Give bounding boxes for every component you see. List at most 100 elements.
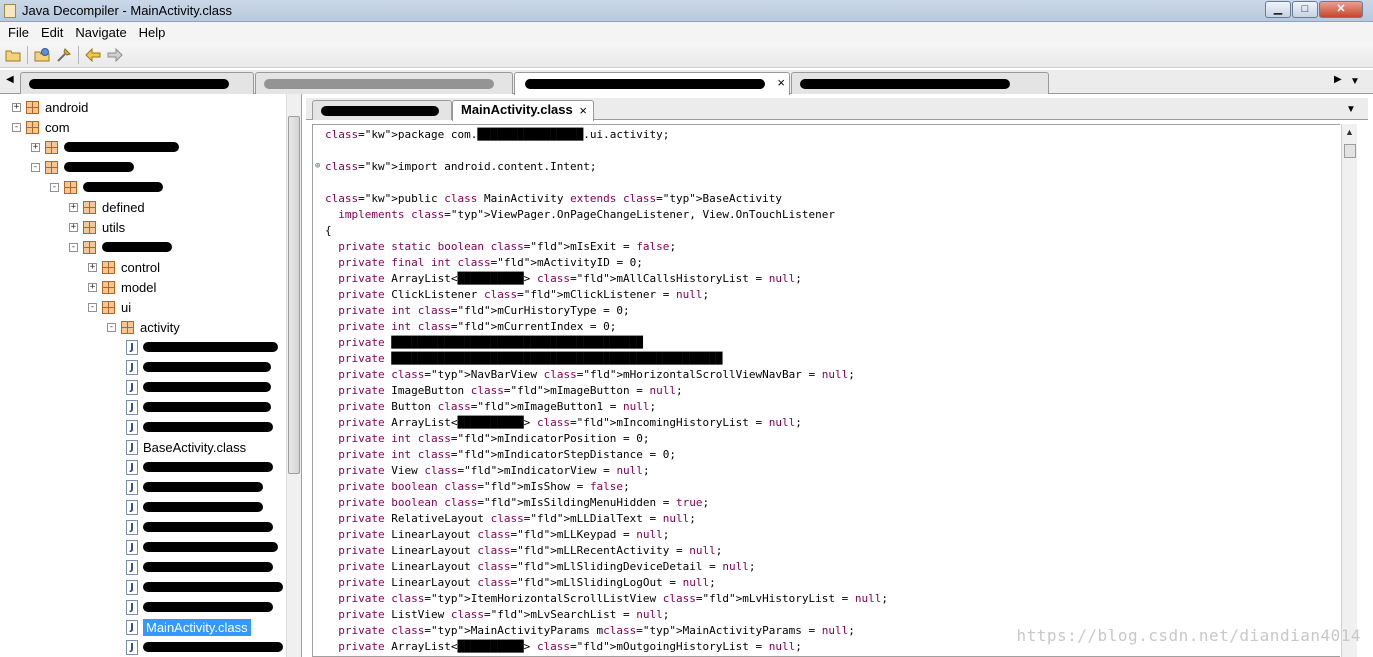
class-file-icon: J <box>126 459 138 475</box>
code-line: private ListView class="fld">mLvSearchLi… <box>338 608 670 621</box>
tree-class-item[interactable]: J <box>126 377 271 397</box>
tree-scrollbar-thumb[interactable] <box>288 116 300 474</box>
tree-package-item[interactable]: + control <box>88 257 160 277</box>
editor-tab[interactable] <box>312 100 452 120</box>
tree-class-item[interactable]: J BaseActivity.class <box>126 437 246 457</box>
collapse-icon[interactable]: - <box>107 322 116 332</box>
class-file-icon: J <box>126 519 138 535</box>
menu-navigate[interactable]: Navigate <box>69 25 132 40</box>
code-line: class="kw">package com.████████████████.… <box>325 128 670 141</box>
redacted-text <box>143 602 273 612</box>
code-line: private ████████████████████████████████… <box>338 352 723 365</box>
class-file-icon: J <box>126 479 138 495</box>
tree-package-item[interactable]: - <box>31 157 134 177</box>
redacted-text <box>800 79 1010 89</box>
file-tab-active[interactable]: × <box>514 72 790 95</box>
redacted-text <box>143 462 273 472</box>
tab-list-menu-icon[interactable]: ▼ <box>1350 76 1360 87</box>
tree-class-item[interactable]: J MainActivity.class <box>126 617 251 637</box>
tree-package-item[interactable]: - ui <box>88 297 131 317</box>
tree-class-item[interactable]: J <box>126 557 273 577</box>
tree-class-item[interactable]: J <box>126 597 273 617</box>
tree-class-item[interactable]: J <box>126 397 271 417</box>
tab-scroll-left-icon[interactable]: ◀ <box>6 74 14 85</box>
collapse-icon[interactable]: - <box>69 242 78 252</box>
tree-package-item[interactable]: - <box>69 237 172 257</box>
tree-class-item[interactable]: J <box>126 357 271 377</box>
code-line: private boolean class="fld">mIsShow = fa… <box>338 480 630 493</box>
tree-class-item[interactable]: J <box>126 497 263 517</box>
expand-icon[interactable]: + <box>88 282 97 292</box>
tree-class-item[interactable]: J <box>126 457 273 477</box>
editor-tab-active[interactable]: MainActivity.class × <box>452 100 594 121</box>
tree-package-item[interactable]: + defined <box>69 197 145 217</box>
tree-package-item[interactable]: + android <box>12 97 88 117</box>
menu-file[interactable]: File <box>2 25 35 40</box>
redacted-text <box>143 422 273 432</box>
redacted-text <box>143 362 271 372</box>
expand-icon[interactable]: + <box>31 142 40 152</box>
close-tab-icon[interactable]: × <box>579 102 587 120</box>
open-folder-icon[interactable] <box>2 45 24 65</box>
tree-item-label: BaseActivity.class <box>143 439 247 455</box>
tree-package-item[interactable]: + model <box>88 277 156 297</box>
code-scrollbar-thumb[interactable] <box>1344 144 1356 158</box>
scroll-up-icon[interactable]: ▲ <box>1345 127 1354 137</box>
code-view[interactable]: class="kw">package com.████████████████.… <box>312 124 1340 657</box>
tree-class-item[interactable]: J <box>126 637 283 657</box>
tree-package-item[interactable]: + <box>31 137 179 157</box>
tree-class-item[interactable]: J <box>126 417 273 437</box>
tree-class-item[interactable]: J <box>126 577 283 597</box>
expand-icon[interactable]: + <box>88 262 97 272</box>
app-icon <box>4 4 16 18</box>
close-button[interactable]: ✕ <box>1319 1 1363 18</box>
redacted-text <box>64 162 134 172</box>
code-line: private final int class="fld">mActivityI… <box>338 256 643 269</box>
back-icon[interactable] <box>82 45 104 65</box>
tree-class-item[interactable]: J <box>126 517 273 537</box>
code-scrollbar[interactable]: ▲ <box>1341 124 1357 657</box>
code-line: private View class="fld">mIndicatorView … <box>338 464 650 477</box>
menu-help[interactable]: Help <box>133 25 172 40</box>
file-tab[interactable] <box>20 72 254 94</box>
open-type-icon[interactable] <box>31 45 53 65</box>
package-icon <box>102 260 115 274</box>
maximize-button[interactable]: □ <box>1292 1 1318 18</box>
tree-class-item[interactable]: J <box>126 337 278 357</box>
class-file-icon: J <box>126 579 138 595</box>
class-file-icon: J <box>126 439 138 455</box>
menu-edit[interactable]: Edit <box>35 25 69 40</box>
tree-package-item[interactable]: - com <box>12 117 70 137</box>
tree-package-item[interactable]: - activity <box>107 317 180 337</box>
collapse-icon[interactable]: - <box>88 302 97 312</box>
file-tab[interactable] <box>255 72 513 94</box>
tree-package-item[interactable]: + utils <box>69 217 125 237</box>
package-icon <box>102 280 115 294</box>
fold-expand-icon[interactable]: ⊕ <box>315 161 320 171</box>
expand-icon[interactable]: + <box>69 222 78 232</box>
tree-item-label: utils <box>102 219 126 235</box>
tab-scroll-right-icon[interactable]: ▶ <box>1334 74 1342 85</box>
code-line: private ArrayList<██████████> class="fld… <box>338 416 802 429</box>
expand-icon[interactable]: + <box>69 202 78 212</box>
collapse-icon[interactable]: - <box>31 162 40 172</box>
tree-class-item[interactable]: J <box>126 537 278 557</box>
settings-icon[interactable] <box>53 45 75 65</box>
editor-tab-menu-icon[interactable]: ▼ <box>1346 104 1356 115</box>
tree-scrollbar[interactable] <box>286 94 301 657</box>
title-bar: Java Decompiler - MainActivity.class ▁ □… <box>0 0 1373 22</box>
tree-package-item[interactable]: - <box>50 177 163 197</box>
code-line: private int class="fld">mIndicatorPositi… <box>338 432 650 445</box>
forward-icon[interactable] <box>104 45 126 65</box>
close-tab-icon[interactable]: × <box>777 75 785 90</box>
file-tab[interactable] <box>791 72 1049 94</box>
editor-tab-bar: MainActivity.class × ▼ <box>306 98 1368 121</box>
collapse-icon[interactable]: - <box>12 122 21 132</box>
tree-class-item[interactable]: J <box>126 477 263 497</box>
redacted-text <box>525 79 765 89</box>
code-line: private LinearLayout class="fld">mLLKeyp… <box>338 528 670 541</box>
collapse-icon[interactable]: - <box>50 182 59 192</box>
expand-icon[interactable]: + <box>12 102 21 112</box>
minimize-button[interactable]: ▁ <box>1265 1 1291 18</box>
code-line: private RelativeLayout class="fld">mLLDi… <box>338 512 696 525</box>
